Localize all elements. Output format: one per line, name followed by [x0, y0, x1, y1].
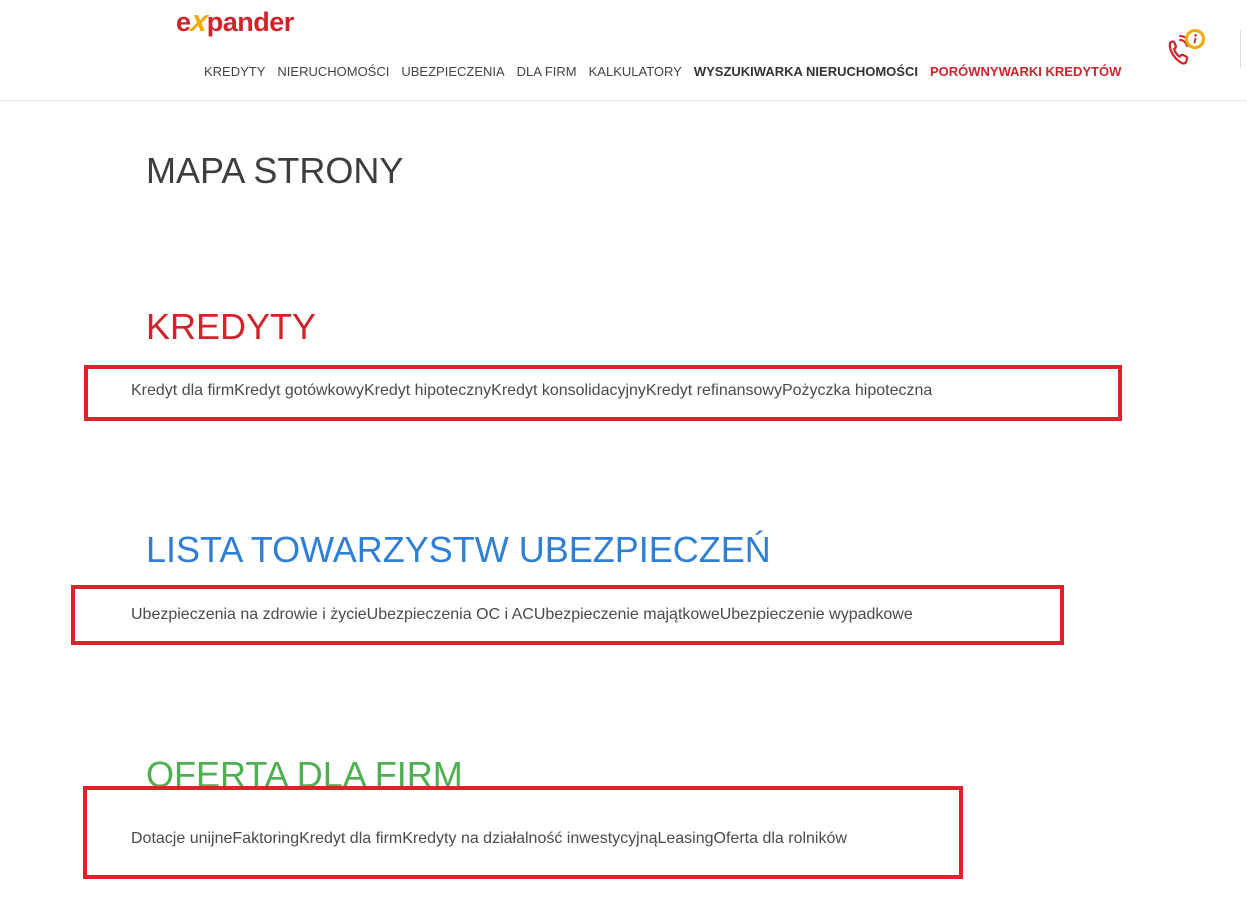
nav-kredyty[interactable]: KREDYTY [204, 64, 265, 80]
header-divider [1240, 30, 1241, 68]
logo-letters-rest: pander [206, 7, 295, 37]
nav-porownywarki-kredytow[interactable]: PORÓWNYWARKI KREDYTÓW [930, 64, 1121, 80]
highlight-box-ubezpieczenia [71, 585, 1064, 645]
section-title-lista-towarzystw-ubezpieczen: LISTA TOWARZYSTW UBEZPIECZEŃ [146, 529, 771, 570]
phone-icon-graphic [1168, 29, 1205, 65]
nav-ubezpieczenia[interactable]: UBEZPIECZENIA [401, 64, 504, 80]
nav-nieruchomosci[interactable]: NIERUCHOMOŚCI [277, 64, 389, 80]
site-header: expander KREDYTY NIERUCHOMOŚCI UBEZPIECZ… [0, 0, 1247, 101]
nav-wyszukiwarka-nieruchomosci[interactable]: WYSZUKIWARKA NIERUCHOMOŚCI [694, 64, 918, 80]
section-title-kredyty: KREDYTY [146, 306, 317, 347]
highlight-box-oferta-dla-firm [83, 786, 963, 879]
page-title: MAPA STRONY [146, 150, 404, 191]
main-nav: KREDYTY NIERUCHOMOŚCI UBEZPIECZENIA DLA … [204, 64, 1133, 80]
logo-letter-e: e [176, 7, 191, 37]
nav-kalkulatory[interactable]: KALKULATORY [589, 64, 682, 80]
expander-logo[interactable]: expander [176, 5, 294, 39]
highlight-box-kredyty [84, 365, 1122, 421]
nav-dla-firm[interactable]: DLA FIRM [517, 64, 577, 80]
phone-info-icon[interactable] [1164, 27, 1208, 71]
